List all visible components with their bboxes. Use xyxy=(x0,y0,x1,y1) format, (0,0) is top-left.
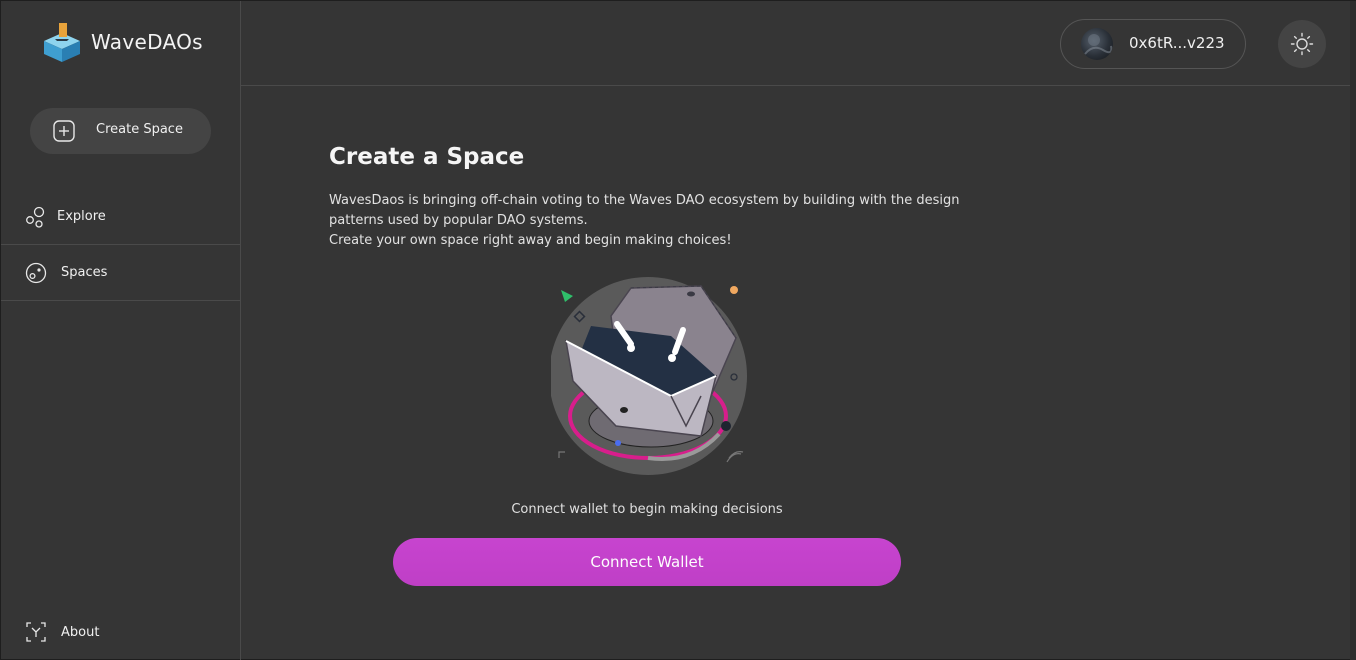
sidebar-item-label: Explore xyxy=(57,209,106,224)
wallet-illustration xyxy=(551,277,747,475)
sidebar-item-label: About xyxy=(61,624,100,640)
ballot-box-icon xyxy=(44,23,80,62)
create-space-label: Create Space xyxy=(96,122,183,137)
sidebar-item-label: Spaces xyxy=(61,265,108,280)
connect-wallet-button[interactable]: Connect Wallet xyxy=(393,538,901,586)
bubbles-icon xyxy=(26,206,45,228)
sun-icon xyxy=(1290,32,1314,56)
connect-hint: Connect wallet to begin making decisions xyxy=(511,502,783,517)
theme-toggle-button[interactable] xyxy=(1278,20,1326,68)
create-space-button[interactable]: Create Space xyxy=(30,108,211,154)
spaces-icon xyxy=(25,262,47,283)
description-paragraph: WavesDaos is bringing off-chain voting t… xyxy=(329,193,960,228)
wallet-address: 0x6tR...v223 xyxy=(1129,34,1225,52)
sidebar-item-explore[interactable]: Explore xyxy=(1,189,241,245)
sidebar-item-about[interactable]: About xyxy=(1,604,241,660)
sidebar: WaveDAOs Create Space Explore Spaces Abo… xyxy=(1,1,241,660)
top-header: 0x6tR...v223 xyxy=(241,1,1356,86)
scrollbar[interactable] xyxy=(1350,1,1356,660)
page-description: WavesDaos is bringing off-chain voting t… xyxy=(329,191,969,251)
description-paragraph: Create your own space right away and beg… xyxy=(329,233,732,248)
about-icon xyxy=(26,622,46,642)
app-window: WaveDAOs Create Space Explore Spaces Abo… xyxy=(0,0,1356,660)
page-title: Create a Space xyxy=(329,144,525,170)
sidebar-item-spaces[interactable]: Spaces xyxy=(1,245,241,301)
main-content: Create a Space WavesDaos is bringing off… xyxy=(241,86,1356,659)
app-name: WaveDAOs xyxy=(91,30,203,54)
avatar-image xyxy=(1084,34,1113,55)
avatar xyxy=(1081,28,1113,60)
wallet-account-button[interactable]: 0x6tR...v223 xyxy=(1060,19,1246,69)
logo[interactable]: WaveDAOs xyxy=(41,21,203,63)
plus-icon xyxy=(53,120,75,142)
